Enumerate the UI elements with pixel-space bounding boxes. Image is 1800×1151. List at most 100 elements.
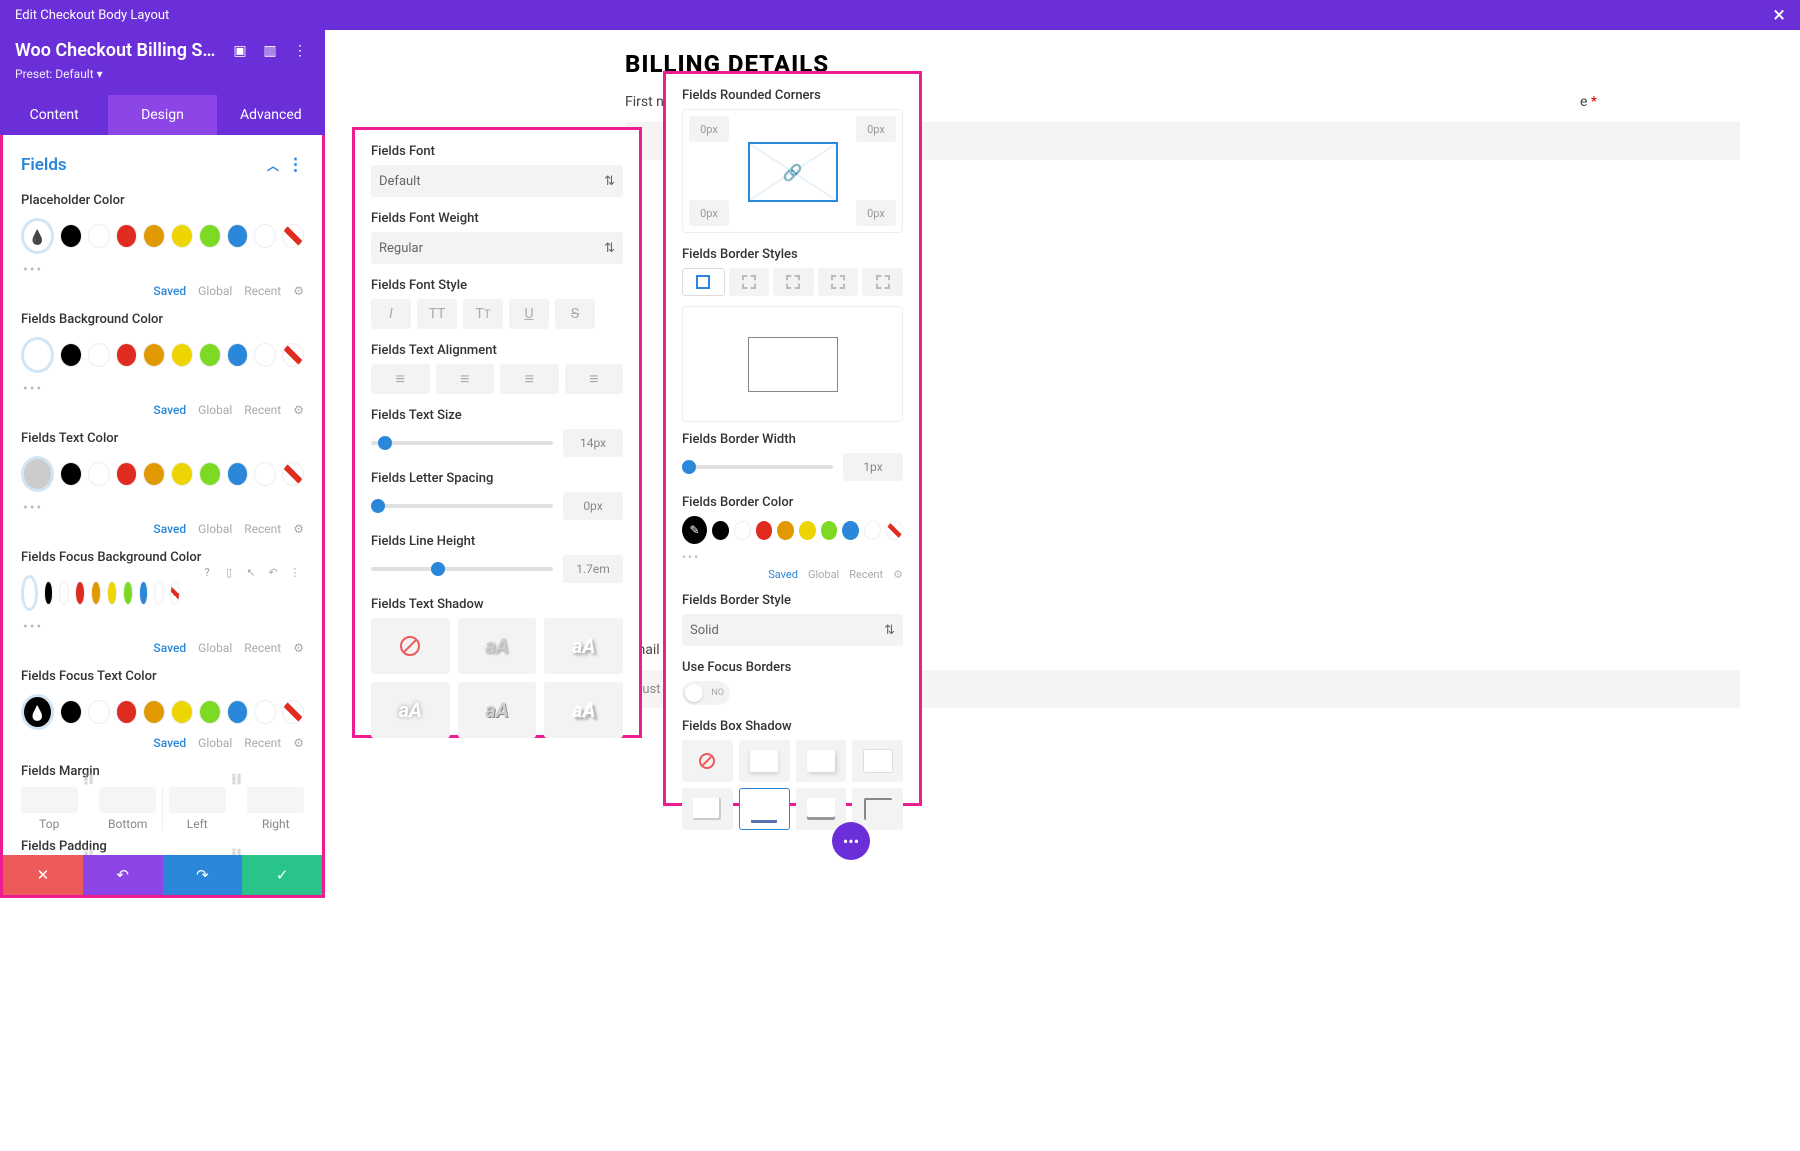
color-picker-button[interactable] <box>21 456 54 492</box>
swatch-none[interactable] <box>282 462 304 486</box>
swatch[interactable] <box>171 343 193 367</box>
responsive-icon[interactable]: ▥ <box>260 41 280 61</box>
border-width-slider[interactable] <box>682 465 833 469</box>
tab-saved[interactable]: Saved <box>153 641 186 655</box>
text-size-value[interactable] <box>563 429 623 457</box>
swatch[interactable] <box>171 700 193 724</box>
color-picker-button[interactable]: ✎ <box>682 516 707 544</box>
tab-saved[interactable]: Saved <box>153 284 186 298</box>
link-icon[interactable]: ⛓ <box>82 848 96 855</box>
underline-button[interactable]: U <box>509 299 549 329</box>
tab-global[interactable]: Global <box>198 736 232 750</box>
swatch[interactable] <box>171 462 193 486</box>
swatch[interactable] <box>44 581 54 605</box>
swatch-white2[interactable] <box>254 224 276 248</box>
tab-recent[interactable]: Recent <box>244 284 281 298</box>
align-right-button[interactable]: ≡ <box>500 364 559 394</box>
color-picker-button[interactable] <box>21 575 38 611</box>
more-icon[interactable]: ⋮ <box>290 41 310 61</box>
tab-recent[interactable]: Recent <box>244 522 281 536</box>
corner-bl-input[interactable] <box>689 200 729 226</box>
align-center-button[interactable]: ≡ <box>436 364 495 394</box>
tab-global[interactable]: Global <box>808 568 839 581</box>
align-left-button[interactable]: ≡ <box>371 364 430 394</box>
shadow-preset[interactable]: aA <box>371 682 450 738</box>
swatch-none[interactable] <box>170 581 180 605</box>
tab-global[interactable]: Global <box>198 522 232 536</box>
swatch[interactable] <box>88 700 110 724</box>
swatch-none[interactable] <box>282 224 304 248</box>
swatch[interactable] <box>60 462 82 486</box>
tab-recent[interactable]: Recent <box>244 736 281 750</box>
shadow-preset[interactable]: aA <box>544 682 623 738</box>
swatch[interactable] <box>777 521 794 540</box>
swatch[interactable] <box>116 343 138 367</box>
text-size-slider[interactable] <box>371 441 553 445</box>
tab-saved[interactable]: Saved <box>153 522 186 536</box>
swatch[interactable] <box>199 462 221 486</box>
swatch[interactable] <box>116 462 138 486</box>
expand-icon[interactable]: ▣ <box>230 41 250 61</box>
box-shadow-preset[interactable] <box>739 788 790 830</box>
tab-global[interactable]: Global <box>198 403 232 417</box>
shadow-preset[interactable]: aA <box>458 618 537 674</box>
uppercase-button[interactable]: TT <box>417 299 457 329</box>
section-more-icon[interactable]: ⋮ <box>287 155 304 175</box>
swatch[interactable] <box>139 581 149 605</box>
more-swatches-icon[interactable]: ••• <box>682 550 903 564</box>
swatch[interactable] <box>842 521 859 540</box>
save-button[interactable]: ✓ <box>242 855 322 895</box>
shadow-preset[interactable]: aA <box>458 682 537 738</box>
border-top-tab[interactable] <box>729 268 770 296</box>
border-bottom-tab[interactable] <box>818 268 859 296</box>
corner-br-input[interactable] <box>856 200 896 226</box>
tab-global[interactable]: Global <box>198 284 232 298</box>
italic-button[interactable]: I <box>371 299 411 329</box>
tab-recent[interactable]: Recent <box>849 568 883 581</box>
swatch[interactable] <box>116 700 138 724</box>
fab-button[interactable]: ••• <box>832 822 870 860</box>
swatch[interactable] <box>227 462 249 486</box>
swatch[interactable] <box>756 521 773 540</box>
swatch[interactable] <box>143 343 165 367</box>
swatch[interactable] <box>254 462 276 486</box>
undo-button[interactable]: ↶ <box>83 855 163 895</box>
menu-icon[interactable]: ⋮ <box>286 563 304 581</box>
chevron-up-icon[interactable]: ︿ <box>267 157 279 174</box>
box-shadow-preset[interactable] <box>796 740 847 782</box>
gear-icon[interactable]: ⚙ <box>293 284 304 298</box>
strike-button[interactable]: S <box>555 299 595 329</box>
more-swatches-icon[interactable]: ••• <box>3 498 322 522</box>
swatch-none[interactable] <box>282 343 304 367</box>
color-picker-button[interactable] <box>21 337 54 373</box>
corner-tl-input[interactable] <box>689 116 729 142</box>
swatch[interactable] <box>60 700 82 724</box>
swatch-red[interactable] <box>116 224 138 248</box>
swatch-black[interactable] <box>60 224 82 248</box>
swatch[interactable] <box>864 521 881 540</box>
tab-design[interactable]: Design <box>108 95 216 135</box>
gear-icon[interactable]: ⚙ <box>293 641 304 655</box>
border-right-tab[interactable] <box>773 268 814 296</box>
swatch-none[interactable] <box>282 700 304 724</box>
cancel-button[interactable]: ✕ <box>3 855 83 895</box>
swatch[interactable] <box>712 521 729 540</box>
swatch-green[interactable] <box>199 224 221 248</box>
gear-icon[interactable]: ⚙ <box>293 403 304 417</box>
line-height-slider[interactable] <box>371 567 553 571</box>
swatch[interactable] <box>254 343 276 367</box>
box-shadow-preset[interactable] <box>852 740 903 782</box>
letter-spacing-value[interactable] <box>563 492 623 520</box>
smallcaps-button[interactable]: TT <box>463 299 503 329</box>
shadow-preset[interactable]: aA <box>544 618 623 674</box>
phone-icon[interactable]: ▯ <box>220 563 238 581</box>
border-all-tab[interactable] <box>682 268 725 296</box>
box-shadow-preset[interactable] <box>796 788 847 830</box>
swatch-none[interactable] <box>886 521 903 540</box>
align-justify-button[interactable]: ≡ <box>565 364 624 394</box>
gear-icon[interactable]: ⚙ <box>293 736 304 750</box>
link-icon[interactable]: ⛓ <box>230 773 244 817</box>
more-swatches-icon[interactable]: ••• <box>3 379 322 403</box>
box-shadow-preset[interactable] <box>682 788 733 830</box>
tab-saved[interactable]: Saved <box>153 736 186 750</box>
